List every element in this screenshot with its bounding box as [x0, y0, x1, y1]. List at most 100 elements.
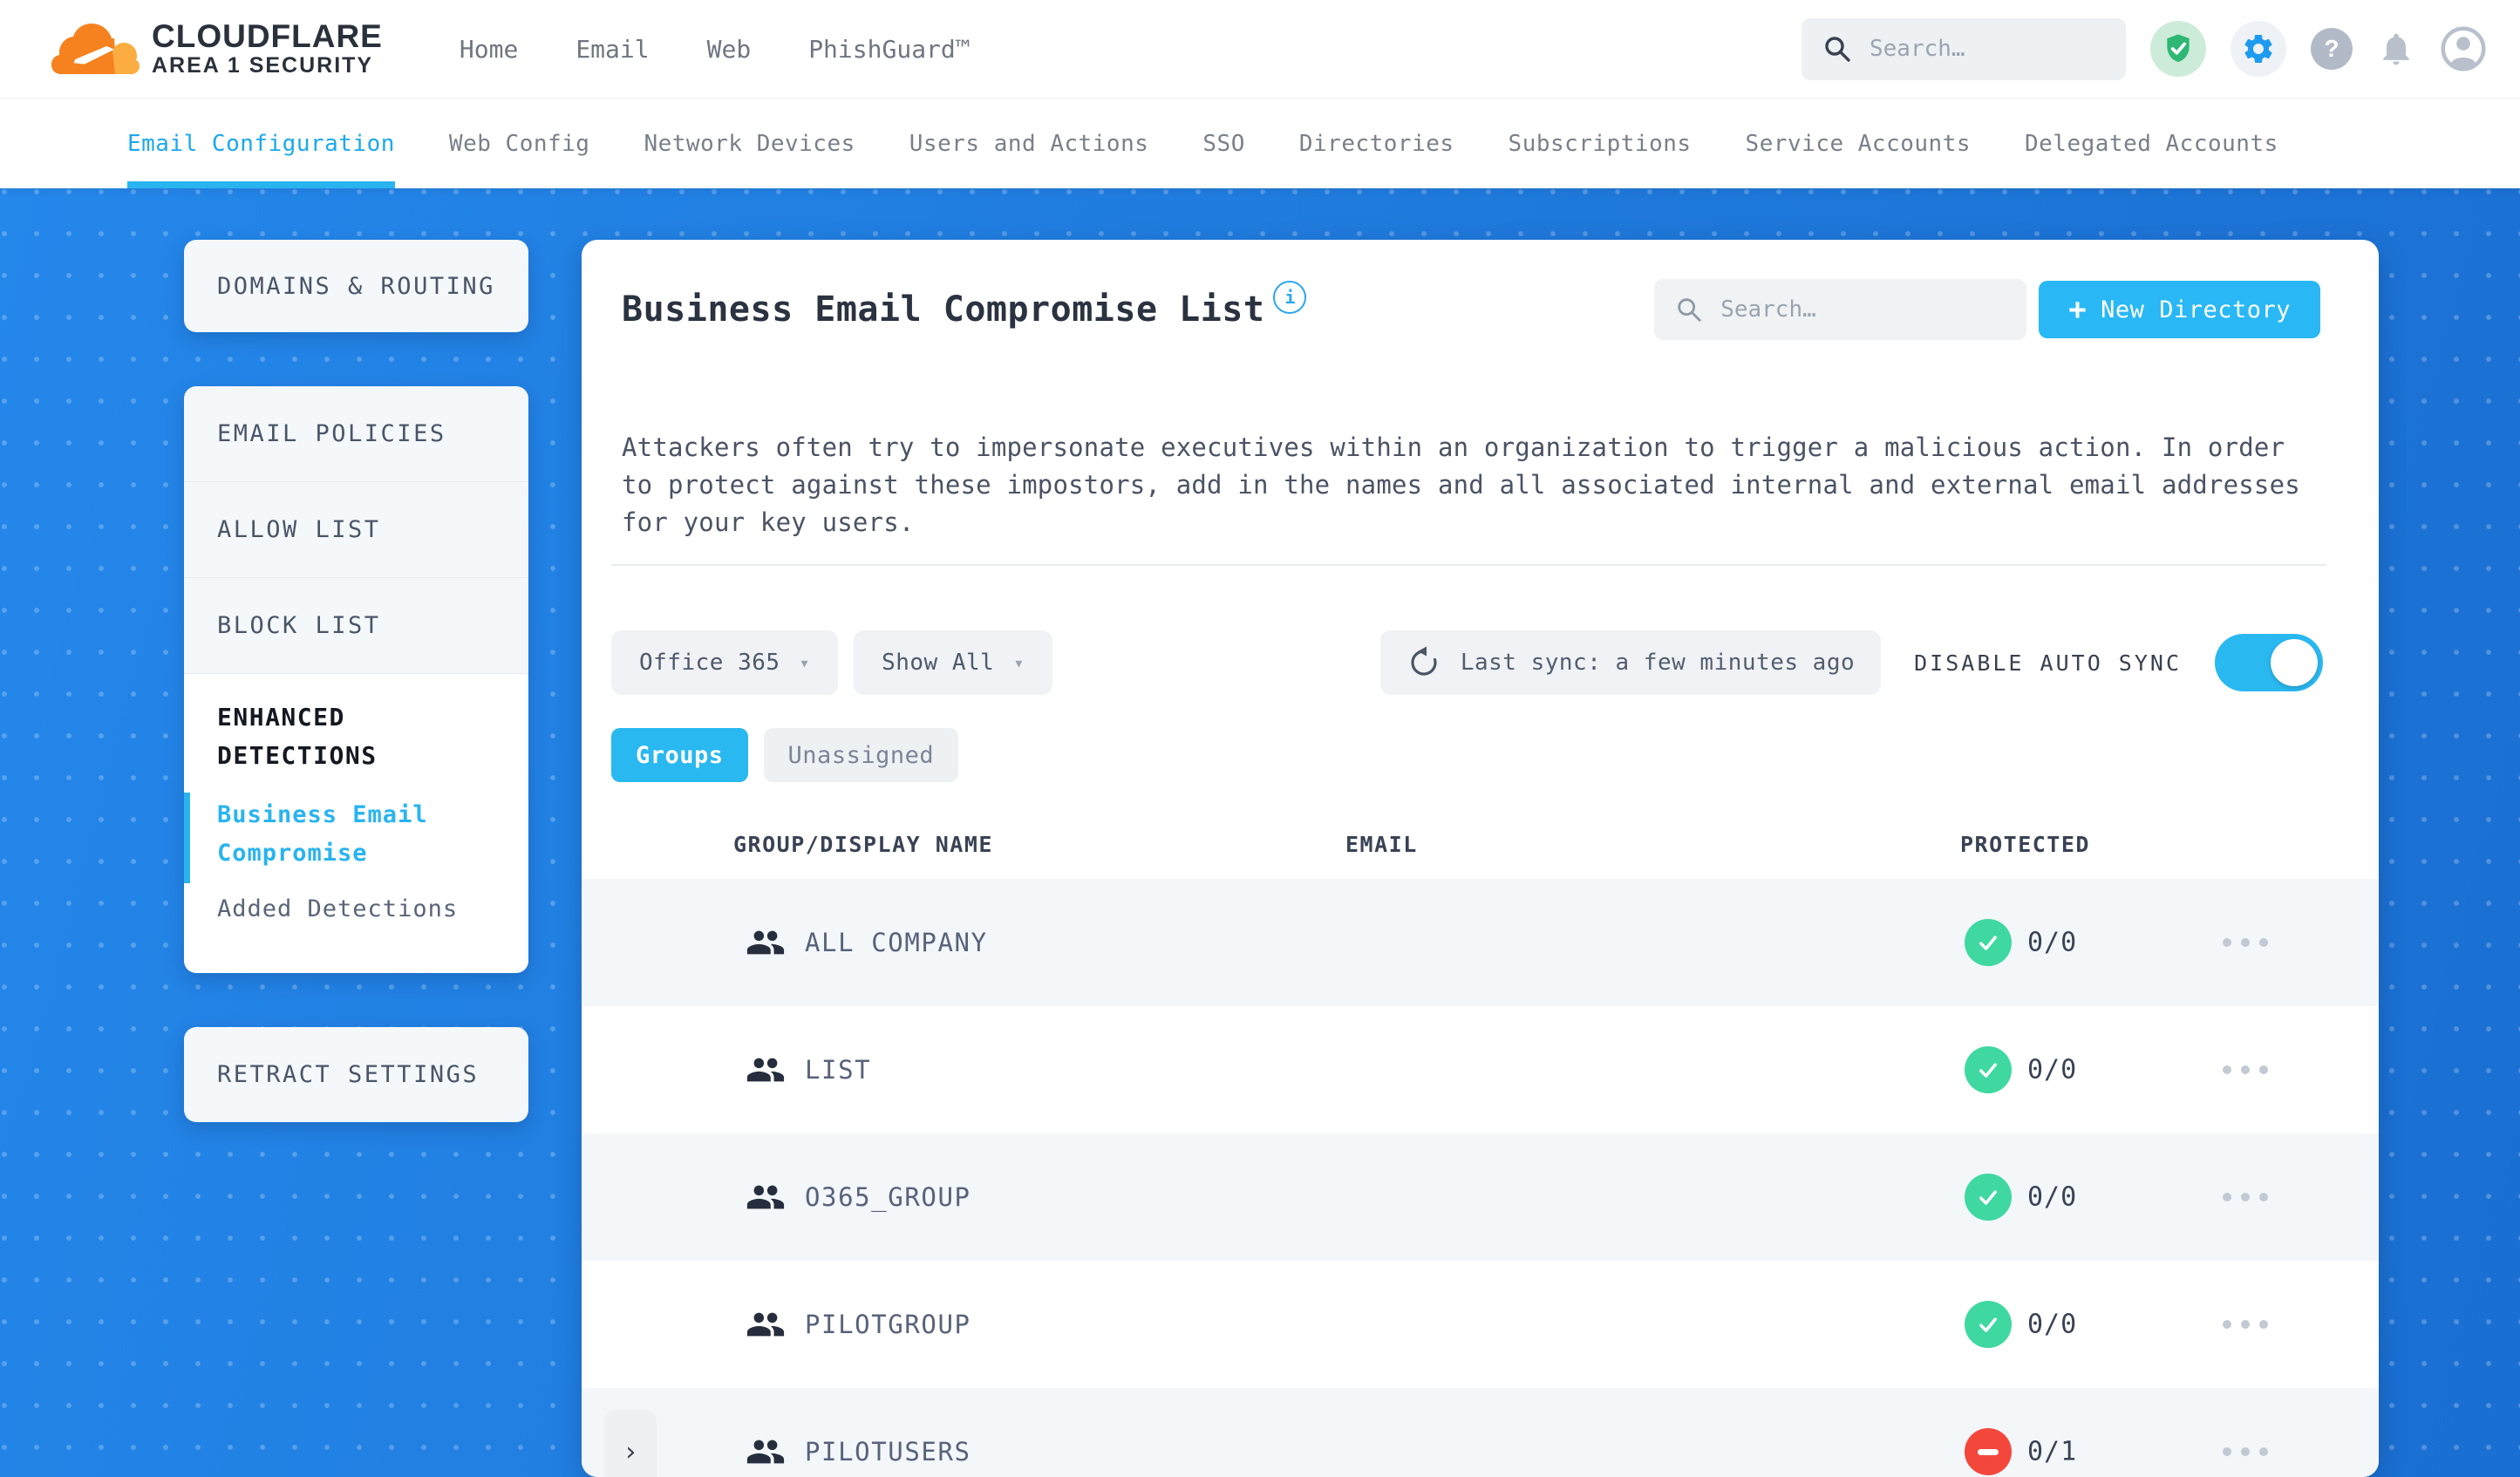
sidebar-item-label: Business Email Compromise [217, 801, 428, 867]
sidebar-item-enhanced-detections[interactable]: ENHANCED DETECTIONS [217, 698, 502, 775]
user-avatar-icon[interactable] [2440, 25, 2487, 72]
show-filter-value: Show All [882, 650, 995, 676]
plus-icon: + [2068, 292, 2088, 327]
sidebar-section-enhanced-detections: ENHANCED DETECTIONS Business Email Compr… [184, 674, 528, 973]
app-root: CLOUDFLARE AREA 1 SECURITY Home Email We… [0, 0, 2520, 1477]
show-filter-dropdown[interactable]: Show All ▾ [854, 630, 1052, 695]
table-row: ALL COMPANY 0/0 [582, 879, 2379, 1006]
table-row: › PILOTUSERS 0/1 [582, 1388, 2379, 1477]
top-nav: Home Email Web PhishGuard™ [460, 35, 971, 64]
sidebar-item-email-policies[interactable]: EMAIL POLICIES [184, 386, 528, 482]
sidebar-policies-card: EMAIL POLICIES ALLOW LIST BLOCK LIST ENH… [184, 386, 528, 973]
table-row: LIST 0/0 [582, 1006, 2379, 1133]
sidebar-item-block-list[interactable]: BLOCK LIST [184, 578, 528, 674]
tab-groups[interactable]: Groups [611, 728, 748, 782]
toggle-knob [2271, 639, 2318, 686]
protected-count: 0/0 [2027, 1181, 2078, 1213]
protected-count: 0/0 [2027, 1309, 2078, 1340]
auto-sync-toggle[interactable] [2215, 634, 2323, 691]
row-menu-ellipsis-icon[interactable] [2217, 1053, 2273, 1086]
new-directory-button[interactable]: + New Directory [2039, 281, 2320, 338]
protected-count: 0/1 [2027, 1436, 2078, 1467]
cloudflare-logo[interactable]: CLOUDFLARE AREA 1 SECURITY [49, 18, 383, 79]
row-expand-chevron-icon[interactable]: › [604, 1410, 657, 1477]
column-header-email: EMAIL [1345, 832, 1418, 857]
protected-status-badge [1965, 1046, 2012, 1093]
top-nav-email[interactable]: Email [576, 35, 649, 64]
row-menu-ellipsis-icon[interactable] [2217, 926, 2273, 959]
header-actions: + New Directory [1654, 279, 2320, 340]
tab-subscriptions[interactable]: Subscriptions [1509, 99, 1692, 188]
search-icon [1675, 296, 1703, 323]
notifications-bell-icon[interactable] [2377, 30, 2415, 68]
tab-sso[interactable]: SSO [1202, 99, 1244, 188]
minus-icon [1978, 1448, 1999, 1455]
group-people-icon [746, 1304, 786, 1344]
page-description: Attackers often try to impersonate execu… [622, 432, 2300, 537]
row-menu-ellipsis-icon[interactable] [2217, 1308, 2273, 1341]
tab-service-accounts[interactable]: Service Accounts [1746, 99, 1971, 188]
help-icon[interactable]: ? [2311, 28, 2353, 70]
table-header: GROUP/DISPLAY NAME EMAIL PROTECTED [582, 811, 2379, 879]
bec-list-card: Business Email Compromise List i + New D… [582, 240, 2379, 1477]
tab-network-devices[interactable]: Network Devices [644, 99, 855, 188]
column-header-group-display-name: GROUP/DISPLAY NAME [733, 832, 993, 857]
sidebar-item-allow-list[interactable]: ALLOW LIST [184, 482, 528, 578]
table-row: PILOTGROUP 0/0 [582, 1261, 2379, 1388]
content-area: DOMAINS & ROUTING EMAIL POLICIES ALLOW L… [0, 187, 2520, 1477]
row-menu-ellipsis-icon[interactable] [2217, 1181, 2273, 1214]
global-search-input[interactable] [1868, 35, 2105, 63]
sidebar-item-domains-routing[interactable]: DOMAINS & ROUTING [184, 240, 528, 332]
sidebar-item-added-detections[interactable]: Added Detections [217, 895, 502, 922]
top-nav-phishguard[interactable]: PhishGuard™ [808, 35, 970, 64]
tab-web-config[interactable]: Web Config [449, 99, 590, 188]
logo-text: CLOUDFLARE AREA 1 SECURITY [152, 20, 383, 78]
global-search[interactable] [1801, 17, 2126, 80]
tab-email-configuration[interactable]: Email Configuration [127, 99, 395, 188]
last-sync-button[interactable]: Last sync: a few minutes ago [1379, 630, 1882, 695]
logo-line2: AREA 1 SECURITY [152, 53, 374, 78]
config-tabs-bar: Email Configuration Web Config Network D… [0, 98, 2520, 188]
page-title: Business Email Compromise List [622, 289, 1265, 330]
tab-users-and-actions[interactable]: Users and Actions [909, 99, 1149, 188]
sidebar-item-business-email-compromise[interactable]: Business Email Compromise [184, 793, 502, 883]
filter-row: Office 365 ▾ Show All ▾ Last sync: a few… [611, 630, 2323, 695]
top-bar: CLOUDFLARE AREA 1 SECURITY Home Email We… [0, 0, 2520, 98]
table-body: ALL COMPANY 0/0 LIST 0/0 O365_GROUP 0/0 … [582, 879, 2379, 1477]
new-directory-label: New Directory [2101, 296, 2291, 323]
sidebar-item-retract-settings[interactable]: RETRACT SETTINGS [184, 1027, 528, 1122]
top-right-cluster: ? [1801, 17, 2487, 80]
protected-count: 0/0 [2027, 1054, 2078, 1086]
directory-source-dropdown[interactable]: Office 365 ▾ [611, 630, 839, 695]
group-name: PILOTUSERS [805, 1437, 971, 1467]
last-sync-label: Last sync: a few minutes ago [1460, 650, 1856, 676]
group-people-icon [746, 1432, 786, 1472]
row-menu-ellipsis-icon[interactable] [2217, 1435, 2273, 1468]
protected-status-badge [1965, 1174, 2012, 1221]
tab-delegated-accounts[interactable]: Delegated Accounts [2025, 99, 2278, 188]
group-name: ALL COMPANY [805, 928, 988, 957]
tab-directories[interactable]: Directories [1299, 99, 1454, 188]
top-nav-web[interactable]: Web [707, 35, 752, 64]
question-mark-glyph: ? [2324, 35, 2340, 62]
directory-source-value: Office 365 [639, 650, 780, 676]
logo-line1: CLOUDFLARE [152, 18, 383, 54]
directory-search-input[interactable] [1719, 296, 2006, 323]
settings-gear-icon[interactable] [2231, 21, 2286, 77]
protected-count: 0/0 [2027, 927, 2078, 958]
protected-status-badge [1965, 1301, 2012, 1348]
directory-search[interactable] [1654, 279, 2027, 340]
active-item-indicator [184, 793, 190, 883]
info-icon[interactable]: i [1273, 281, 1307, 314]
group-people-icon [746, 1177, 786, 1217]
group-name: PILOTGROUP [805, 1310, 971, 1339]
sidebar: DOMAINS & ROUTING EMAIL POLICIES ALLOW L… [184, 187, 528, 1477]
tab-unassigned[interactable]: Unassigned [763, 728, 959, 782]
chevron-down-icon: ▾ [799, 652, 811, 673]
protected-status-badge [1965, 919, 2012, 966]
chevron-down-icon: ▾ [1013, 652, 1025, 673]
column-header-protected: PROTECTED [1960, 832, 2090, 857]
top-nav-home[interactable]: Home [460, 35, 518, 64]
security-status-icon[interactable] [2150, 21, 2206, 77]
group-people-icon [746, 1050, 786, 1090]
